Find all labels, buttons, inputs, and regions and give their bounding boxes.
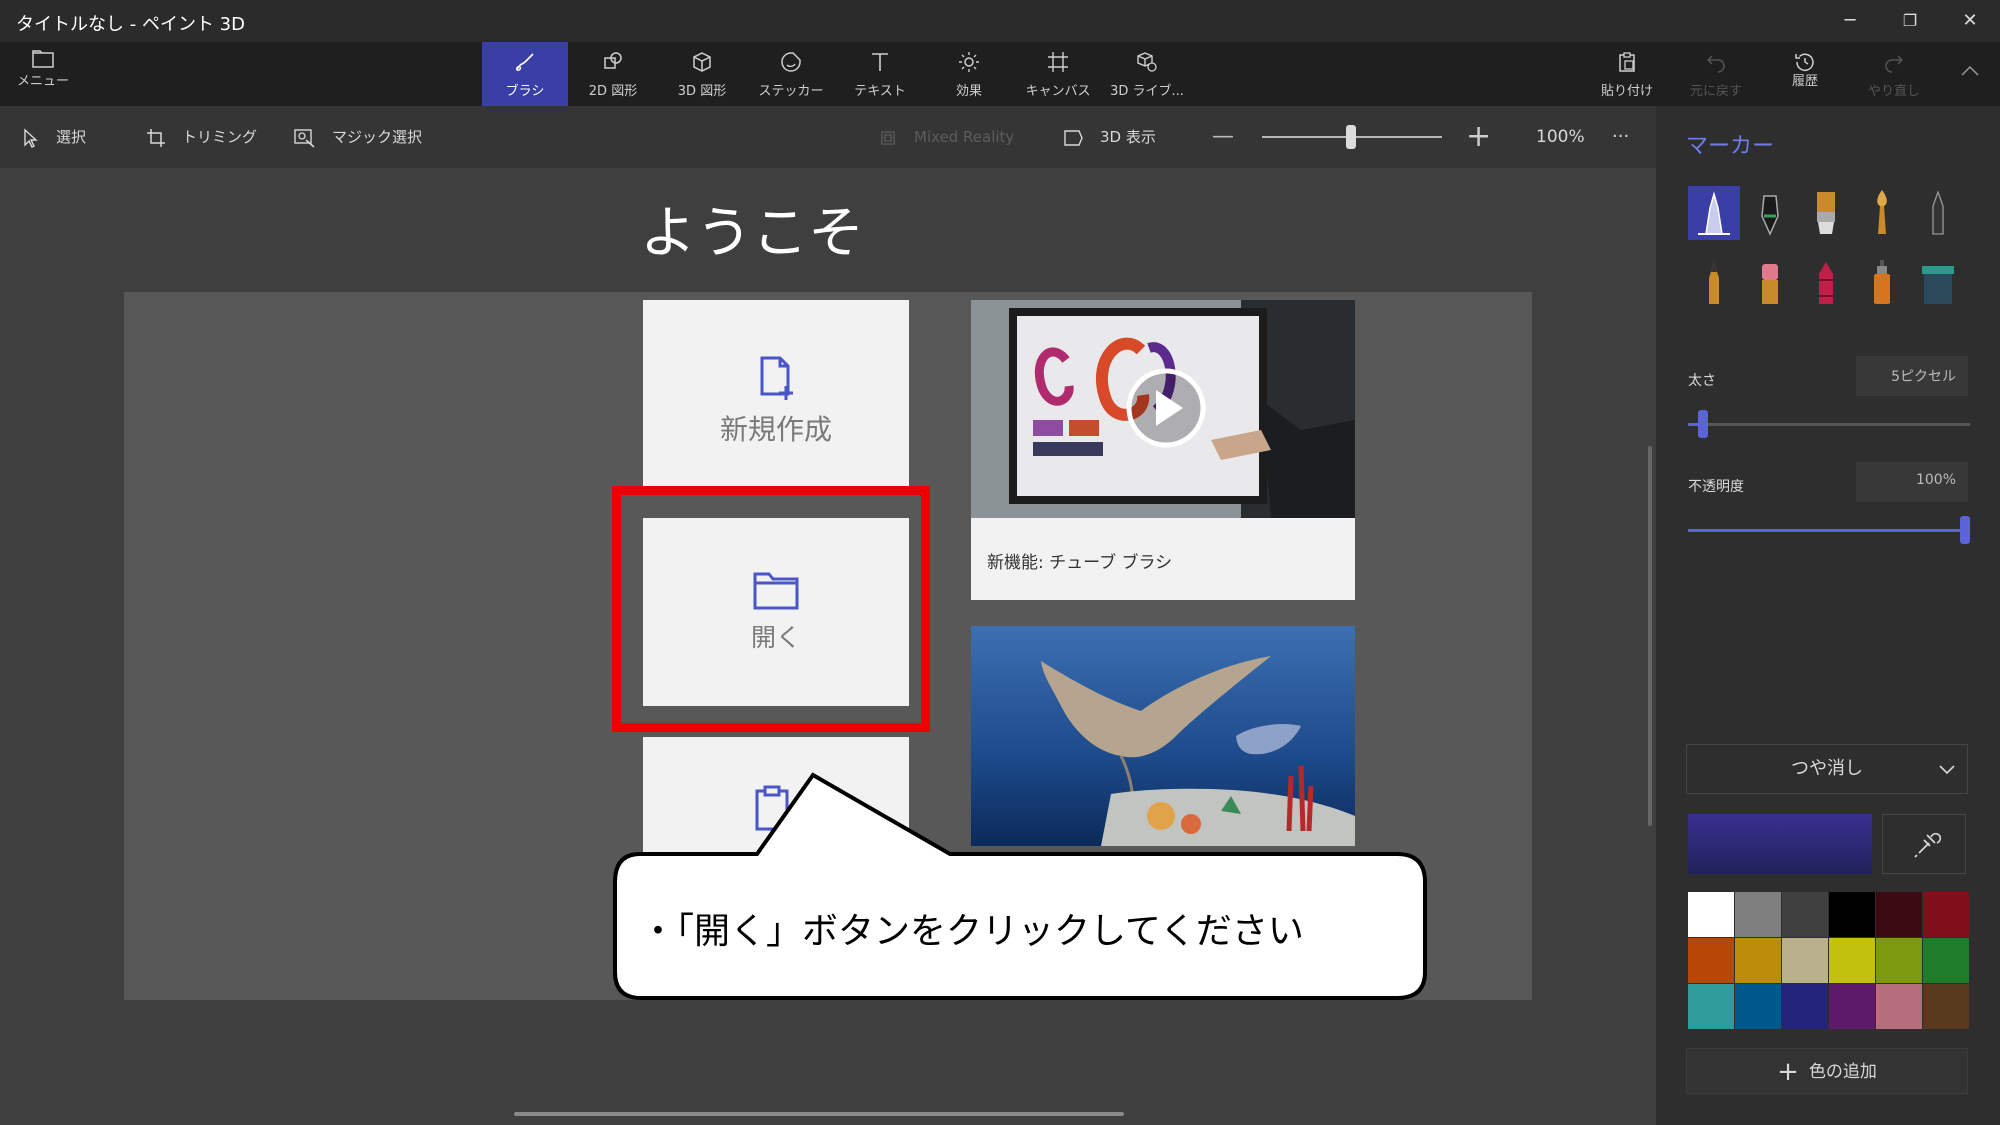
color-swatch[interactable]: [1829, 892, 1875, 937]
eraser-button[interactable]: [1744, 256, 1796, 310]
opacity-slider-thumb[interactable]: [1960, 516, 1970, 544]
crayon-icon: [1819, 262, 1833, 304]
watercolor-brush-icon: [1877, 190, 1887, 234]
thickness-input[interactable]: 5ピクセル: [1856, 356, 1968, 396]
color-swatch[interactable]: [1782, 984, 1828, 1029]
fill-bucket-button[interactable]: [1912, 256, 1964, 310]
panel-title: マーカー: [1686, 134, 1775, 159]
color-swatch[interactable]: [1876, 938, 1922, 983]
brush-panel: マーカー 太さ 5ピクセル 不透明度 100% つや消し + 色の追加: [1656, 106, 2000, 1125]
color-swatch[interactable]: [1782, 892, 1828, 937]
thickness-slider-track[interactable]: [1688, 423, 1970, 426]
color-swatch[interactable]: [1829, 984, 1875, 1029]
add-color-label: 色の追加: [1808, 1062, 1877, 1082]
paint3d-window: タイトルなし - ペイント 3D ─ ❐ ✕ メニュー ブラシ 2D 図形 3D…: [0, 0, 2000, 1125]
color-swatch[interactable]: [1688, 892, 1734, 937]
color-swatch[interactable]: [1735, 984, 1781, 1029]
color-swatch[interactable]: [1923, 892, 1969, 937]
thickness-slider-thumb[interactable]: [1698, 410, 1708, 438]
color-swatch[interactable]: [1923, 938, 1969, 983]
eraser-icon: [1762, 264, 1778, 304]
finish-dropdown[interactable]: つや消し: [1686, 744, 1968, 794]
marker-icon: [1698, 191, 1730, 235]
finish-value: つや消し: [1791, 758, 1863, 779]
calligraphy-pen-button[interactable]: [1744, 186, 1796, 240]
opacity-label: 不透明度: [1688, 479, 1744, 495]
color-swatch[interactable]: [1876, 892, 1922, 937]
plus-icon: +: [1777, 1057, 1799, 1087]
color-swatch[interactable]: [1735, 938, 1781, 983]
callout-text: ・「開く」ボタンをクリックしてください: [640, 911, 1304, 952]
eyedropper-button[interactable]: [1882, 814, 1966, 874]
color-swatch[interactable]: [1829, 938, 1875, 983]
eyedropper-icon: [1914, 832, 1942, 858]
spray-can-button[interactable]: [1856, 256, 1908, 310]
calligraphy-pen-icon: [1761, 195, 1779, 236]
oil-brush-button[interactable]: [1800, 186, 1852, 240]
watercolor-brush-button[interactable]: [1856, 186, 1908, 240]
pencil-icon: [1709, 262, 1719, 304]
current-color-swatch[interactable]: [1688, 814, 1872, 874]
opacity-slider-track[interactable]: [1688, 529, 1970, 532]
oil-brush-icon: [1817, 192, 1835, 234]
pixel-pen-button[interactable]: [1912, 186, 1964, 240]
color-swatch[interactable]: [1923, 984, 1969, 1029]
color-swatch[interactable]: [1782, 938, 1828, 983]
color-swatch[interactable]: [1735, 892, 1781, 937]
marker-brush-button[interactable]: [1688, 186, 1740, 240]
add-color-button[interactable]: + 色の追加: [1686, 1048, 1968, 1094]
thickness-label: 太さ: [1688, 373, 1716, 389]
color-swatch[interactable]: [1688, 938, 1734, 983]
chevron-down-icon: [1939, 765, 1955, 775]
pixel-pen-icon: [1932, 190, 1944, 235]
pencil-button[interactable]: [1688, 256, 1740, 310]
color-swatch[interactable]: [1876, 984, 1922, 1029]
opacity-input[interactable]: 100%: [1856, 462, 1968, 502]
color-swatch[interactable]: [1688, 984, 1734, 1029]
crayon-button[interactable]: [1800, 256, 1852, 310]
spray-can-icon: [1874, 260, 1890, 304]
fill-bucket-icon: [1922, 266, 1954, 304]
